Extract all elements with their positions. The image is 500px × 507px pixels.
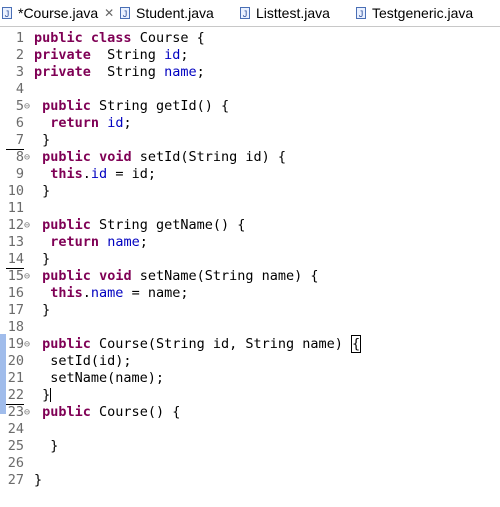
close-icon[interactable]: ✕	[104, 6, 114, 20]
code-line[interactable]: 13 return name;	[0, 234, 500, 251]
line-number: 9	[15, 166, 24, 182]
tab-testgeneric-java[interactable]: J Testgeneric.java	[356, 0, 473, 26]
line-number: 13	[7, 234, 24, 250]
code-text: private String id;	[34, 47, 189, 63]
code-line[interactable]: 3 private String name;	[0, 64, 500, 81]
code-line[interactable]: 6 return id;	[0, 115, 500, 132]
line-number: 11	[7, 200, 24, 216]
tab-label: *Course.java	[18, 5, 99, 21]
code-line[interactable]: 18	[0, 319, 500, 336]
line-number: 1	[15, 30, 24, 46]
code-editor[interactable]: 1 public class Course { 2 private String id…	[0, 27, 500, 507]
tab-label: Student.java	[136, 5, 214, 21]
fold-toggle-icon[interactable]: ⊖	[24, 268, 34, 285]
code-line[interactable]: 20 setId(id);	[0, 353, 500, 370]
line-number: 8	[15, 149, 24, 165]
code-line[interactable]: 21 setName(name);	[0, 370, 500, 387]
code-text: public Course() {	[42, 404, 181, 420]
tab-label: Testgeneric.java	[372, 5, 474, 21]
code-line[interactable]: 11	[0, 200, 500, 217]
code-text: setId(id);	[34, 353, 132, 369]
code-text: public void setName(String name) {	[42, 268, 319, 284]
line-number: 14	[6, 251, 24, 269]
fold-toggle-icon[interactable]: ⊖	[24, 149, 34, 166]
code-text: }	[34, 183, 51, 199]
code-text: }	[34, 132, 51, 148]
code-line[interactable]: 8 ⊖ public void setId(String id) {	[0, 149, 500, 166]
line-number: 24	[7, 421, 24, 437]
code-line[interactable]: 4	[0, 81, 500, 98]
tab-label: Listtest.java	[256, 5, 330, 21]
code-line[interactable]: 10 }	[0, 183, 500, 200]
line-number: 5	[15, 98, 24, 114]
line-number: 15	[7, 268, 24, 284]
code-text: }	[34, 472, 43, 488]
line-number: 23	[7, 404, 24, 420]
code-line[interactable]: 26	[0, 455, 500, 472]
line-number: 19	[7, 336, 24, 352]
tab-listtest-java[interactable]: J Listtest.java	[240, 0, 330, 26]
code-line[interactable]: 23 ⊖ public Course() {	[0, 404, 500, 421]
line-number: 18	[7, 319, 24, 335]
java-file-icon: J	[120, 7, 130, 19]
line-number: 10	[7, 183, 24, 199]
code-text: public void setId(String id) {	[42, 149, 287, 165]
code-line[interactable]: 15 ⊖ public void setName(String name) {	[0, 268, 500, 285]
code-text: public class Course {	[34, 30, 205, 46]
line-number: 17	[7, 302, 24, 318]
code-text: public Course(String id, String name) {	[42, 335, 362, 353]
line-number: 16	[7, 285, 24, 301]
code-text: public String getId() {	[42, 98, 230, 114]
code-text: setName(name);	[34, 370, 165, 386]
fold-toggle-icon[interactable]: ⊖	[24, 404, 34, 421]
fold-toggle-icon[interactable]: ⊖	[24, 336, 34, 353]
fold-toggle-icon[interactable]: ⊖	[24, 98, 34, 115]
code-line[interactable]: 17 }	[0, 302, 500, 319]
java-file-icon: J	[240, 7, 250, 19]
code-line[interactable]: 25 }	[0, 438, 500, 455]
line-number: 7	[6, 132, 24, 150]
code-line[interactable]: 9 this.id = id;	[0, 166, 500, 183]
code-line[interactable]: 2 private String id;	[0, 47, 500, 64]
java-file-icon: J	[356, 7, 366, 19]
tab-course-java[interactable]: J *Course.java ✕	[2, 0, 114, 26]
line-number: 25	[7, 438, 24, 454]
line-number: 2	[15, 47, 24, 63]
code-text: this.name = name;	[50, 285, 189, 301]
line-number: 27	[7, 472, 24, 488]
code-line[interactable]: 27}	[0, 472, 500, 489]
code-line[interactable]: 19 ⊖ public Course(String id, String name…	[0, 335, 500, 353]
code-text: }	[34, 302, 51, 318]
code-text: return id;	[50, 115, 132, 131]
line-number: 22	[6, 387, 24, 405]
editor-tab-bar: J *Course.java ✕ J Student.java J Listte…	[0, 0, 500, 27]
line-number: 3	[15, 64, 24, 80]
code-line[interactable]: 24	[0, 421, 500, 438]
line-number: 12	[7, 217, 24, 233]
code-line[interactable]: 12 ⊖ public String getName() {	[0, 217, 500, 234]
code-line[interactable]: 22 }	[0, 387, 500, 405]
line-number: 21	[7, 370, 24, 386]
tab-student-java[interactable]: J Student.java	[120, 0, 214, 26]
text-cursor	[50, 388, 52, 402]
line-number: 4	[15, 81, 24, 97]
line-number: 20	[7, 353, 24, 369]
line-number: 6	[15, 115, 24, 131]
line-number: 26	[7, 455, 24, 471]
java-file-icon: J	[2, 7, 12, 19]
code-line[interactable]: 16 this.name = name;	[0, 285, 500, 302]
code-text: public String getName() {	[42, 217, 246, 233]
code-text: this.id = id;	[50, 166, 156, 182]
code-text: }	[34, 251, 51, 267]
code-line[interactable]: 14 }	[0, 251, 500, 269]
code-line[interactable]: 5 ⊖ public String getId() {	[0, 98, 500, 115]
code-line[interactable]: 1 public class Course {	[0, 30, 500, 47]
code-line[interactable]: 7 }	[0, 132, 500, 150]
fold-toggle-icon[interactable]: ⊖	[24, 217, 34, 234]
code-text: private String name;	[34, 64, 205, 80]
code-text: return name;	[50, 234, 148, 250]
code-text: }	[34, 438, 59, 454]
code-text: }	[34, 387, 52, 403]
